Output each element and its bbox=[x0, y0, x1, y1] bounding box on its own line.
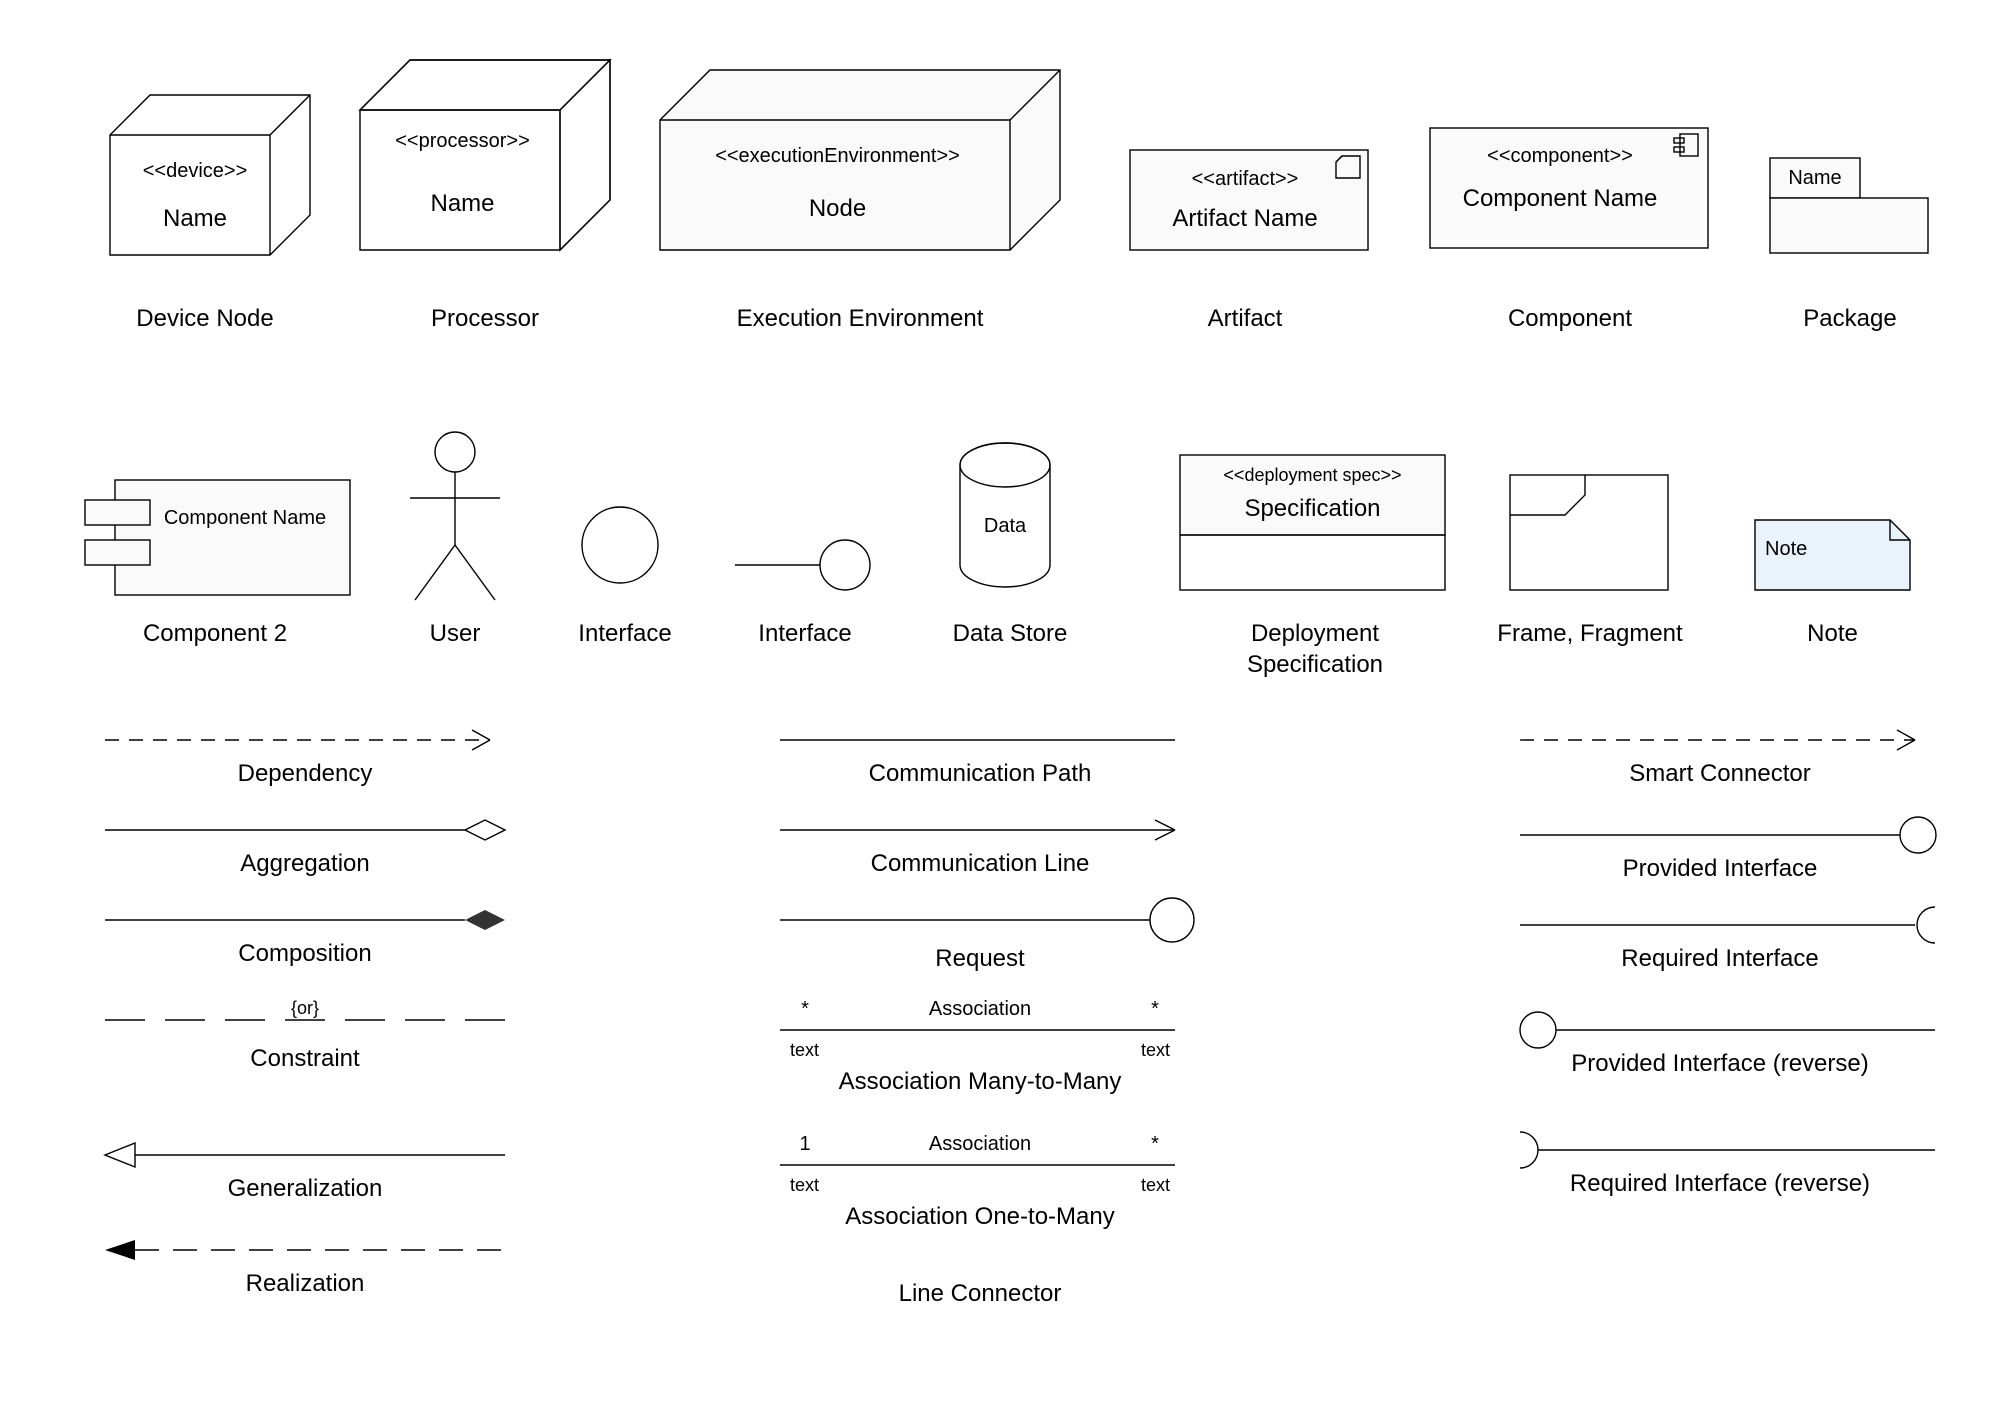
component-caption: Component bbox=[1430, 305, 1710, 333]
assoc-one-right-star: * bbox=[1140, 1133, 1170, 1156]
deployment-spec-caption: Deployment Specification bbox=[1180, 618, 1450, 680]
provided-iface-rev-label: Provided Interface (reverse) bbox=[1520, 1050, 1920, 1078]
required-iface-line bbox=[1520, 905, 1940, 945]
device-node-shape bbox=[110, 95, 330, 285]
assoc-many-assoc: Association bbox=[880, 998, 1080, 1021]
assoc-many-label: Association Many-to-Many bbox=[780, 1068, 1180, 1096]
assoc-one-line bbox=[780, 1160, 1180, 1170]
component-name: Component Name bbox=[1435, 185, 1685, 213]
constraint-label: Constraint bbox=[105, 1045, 505, 1073]
composition-line bbox=[105, 905, 515, 935]
processor-stereo: <<processor>> bbox=[365, 130, 560, 153]
assoc-many-right-star: * bbox=[1140, 998, 1170, 1021]
deployment-spec-stereo: <<deployment spec>> bbox=[1185, 465, 1440, 486]
required-iface-rev-line bbox=[1520, 1130, 1940, 1170]
device-node-caption: Device Node bbox=[95, 305, 315, 333]
processor-name: Name bbox=[365, 190, 560, 218]
line-connector-label: Line Connector bbox=[780, 1280, 1180, 1308]
interface-caption: Interface bbox=[560, 620, 690, 648]
realization-line bbox=[105, 1235, 515, 1265]
provided-iface-rev-line bbox=[1520, 1010, 1940, 1050]
assoc-one-right-text: text bbox=[1120, 1175, 1170, 1196]
note-name: Note bbox=[1765, 538, 1825, 561]
generalization-line bbox=[105, 1140, 515, 1170]
required-iface-rev-label: Required Interface (reverse) bbox=[1520, 1170, 1920, 1198]
request-line bbox=[780, 895, 1200, 945]
request-label: Request bbox=[780, 945, 1180, 973]
user-caption: User bbox=[400, 620, 510, 648]
execution-env-name: Node bbox=[665, 195, 1010, 223]
component2-caption: Component 2 bbox=[100, 620, 330, 648]
processor-shape bbox=[360, 60, 630, 280]
comm-line bbox=[780, 820, 1180, 840]
assoc-one-left: 1 bbox=[790, 1133, 820, 1156]
realization-label: Realization bbox=[105, 1270, 505, 1298]
required-iface-label: Required Interface bbox=[1520, 945, 1920, 973]
assoc-many-line bbox=[780, 1025, 1180, 1035]
interface2-caption: Interface bbox=[735, 620, 875, 648]
artifact-stereo: <<artifact>> bbox=[1130, 168, 1360, 191]
smart-connector-line bbox=[1520, 725, 1940, 755]
provided-iface-line bbox=[1520, 815, 1940, 855]
generalization-label: Generalization bbox=[105, 1175, 505, 1203]
assoc-one-left-text: text bbox=[790, 1175, 840, 1196]
smart-connector-label: Smart Connector bbox=[1520, 760, 1920, 788]
dependency-line bbox=[105, 725, 515, 755]
execution-env-caption: Execution Environment bbox=[660, 305, 1060, 333]
comm-path-label: Communication Path bbox=[780, 760, 1180, 788]
aggregation-label: Aggregation bbox=[105, 850, 505, 878]
assoc-many-left-star: * bbox=[790, 998, 820, 1021]
artifact-name: Artifact Name bbox=[1130, 205, 1360, 233]
component-stereo: <<component>> bbox=[1435, 145, 1685, 168]
datastore-name: Data bbox=[955, 515, 1055, 538]
component2-shape bbox=[85, 480, 355, 600]
execution-env-stereo: <<executionEnvironment>> bbox=[665, 145, 1010, 168]
assoc-one-assoc: Association bbox=[880, 1133, 1080, 1156]
constraint-tag: {or} bbox=[255, 998, 355, 1019]
package-name: Name bbox=[1775, 167, 1855, 190]
datastore-caption: Data Store bbox=[940, 620, 1080, 648]
interface-icon bbox=[580, 505, 670, 595]
assoc-many-left-text: text bbox=[790, 1040, 840, 1061]
deployment-spec-name: Specification bbox=[1185, 495, 1440, 523]
interface-lollipop-icon bbox=[735, 540, 875, 590]
frame-shape bbox=[1510, 475, 1670, 595]
note-caption: Note bbox=[1755, 620, 1910, 648]
package-caption: Package bbox=[1770, 305, 1930, 333]
comm-path-line bbox=[780, 730, 1180, 750]
user-icon bbox=[400, 430, 510, 610]
provided-iface-label: Provided Interface bbox=[1520, 855, 1920, 883]
dependency-label: Dependency bbox=[105, 760, 505, 788]
processor-caption: Processor bbox=[360, 305, 610, 333]
device-node-name: Name bbox=[120, 205, 270, 233]
artifact-shape bbox=[1130, 150, 1370, 255]
artifact-caption: Artifact bbox=[1130, 305, 1360, 333]
execution-env-shape bbox=[660, 70, 1080, 280]
frame-caption: Frame, Fragment bbox=[1490, 618, 1690, 649]
comm-line-label: Communication Line bbox=[780, 850, 1180, 878]
aggregation-line bbox=[105, 815, 515, 845]
device-node-stereo: <<device>> bbox=[120, 160, 270, 183]
component2-name: Component Name bbox=[155, 505, 335, 531]
composition-label: Composition bbox=[105, 940, 505, 968]
assoc-many-right-text: text bbox=[1120, 1040, 1170, 1061]
assoc-one-label: Association One-to-Many bbox=[780, 1203, 1180, 1231]
